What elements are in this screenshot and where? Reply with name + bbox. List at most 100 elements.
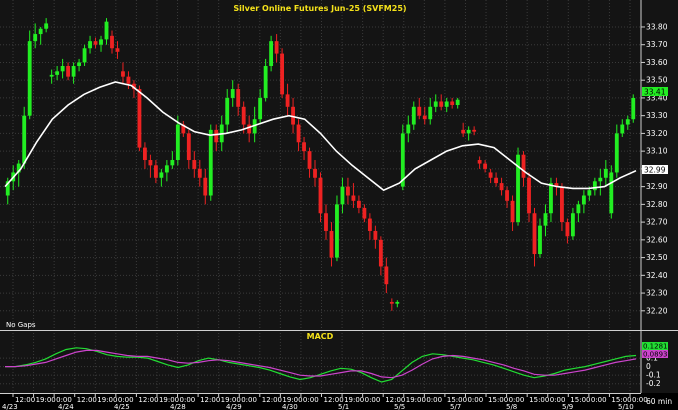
time-tick-label: 0:00	[426, 396, 442, 404]
candle-body	[592, 181, 597, 191]
candle-body	[230, 89, 235, 98]
candle-body	[121, 71, 125, 77]
candle-body	[27, 41, 32, 116]
price-tick-label: 33.50	[646, 76, 668, 85]
candle-body	[93, 41, 98, 45]
candle-body	[417, 106, 422, 116]
candle-body	[247, 124, 252, 134]
candle-body	[263, 65, 268, 98]
price-pane-background	[0, 0, 678, 330]
candle-body	[175, 124, 180, 161]
time-tick-label: 19:00	[36, 396, 56, 404]
candle-body	[450, 101, 455, 106]
candle-body	[60, 65, 65, 72]
candle-body	[164, 165, 169, 173]
last-price-marker: 33.41	[642, 87, 668, 97]
candle-body	[543, 213, 548, 226]
candle-body	[598, 177, 603, 182]
candle-body	[192, 160, 197, 169]
candle-body	[406, 124, 411, 134]
candle	[269, 35, 274, 72]
candle	[208, 124, 213, 201]
time-tick-label: 0:00	[303, 396, 319, 404]
macd-tick-label: -0.2	[646, 379, 661, 388]
candle-body	[472, 129, 477, 132]
candle-body	[274, 41, 279, 54]
candle-body	[313, 168, 317, 178]
candle-body	[335, 204, 339, 258]
candle-body	[33, 34, 38, 42]
candle-body	[197, 168, 202, 178]
candle-body	[77, 62, 81, 66]
date-tick-label: 4/25	[114, 403, 130, 410]
candle-body	[356, 200, 361, 208]
price-tick-label: 32.60	[646, 235, 668, 244]
signal-value-marker: 0.0893	[642, 350, 668, 359]
price-tick-label: 33.30	[646, 111, 668, 120]
candle-body	[620, 124, 625, 134]
candle-body	[455, 99, 460, 106]
candle-body	[494, 177, 499, 184]
candle-body	[55, 71, 60, 75]
candle-body	[318, 177, 323, 214]
date-tick-label: 5/9	[562, 403, 573, 410]
candle-body	[115, 48, 120, 52]
candle-body	[66, 65, 71, 77]
ma-value-label: 32.99	[644, 166, 666, 175]
macd-value-marker: 0.1281	[642, 342, 668, 351]
date-tick-label: 4/28	[170, 403, 186, 410]
candle-body	[208, 129, 213, 196]
candle-body	[346, 186, 350, 196]
candle-body	[477, 160, 482, 164]
candle	[516, 147, 520, 226]
chart-title: Silver Online Futures Jun-25 (SVFM25)	[233, 4, 406, 13]
candle-body	[532, 213, 537, 255]
candle-body	[225, 97, 230, 125]
candle-body	[631, 97, 636, 120]
candle-body	[389, 301, 394, 304]
candle-body	[236, 89, 241, 107]
candle-body	[373, 230, 378, 240]
date-tick-label: 5/8	[506, 403, 517, 410]
candle-body	[99, 39, 103, 45]
time-tick-label: 15:00	[529, 396, 549, 404]
candle-body	[285, 94, 290, 107]
candle-body	[466, 129, 471, 134]
candle-body	[411, 106, 416, 125]
time-tick-label: 0:00	[365, 396, 381, 404]
candle-body	[148, 160, 153, 166]
candle-body	[625, 119, 630, 125]
candle-body	[603, 168, 608, 178]
candle-body	[587, 190, 592, 196]
candle-body	[170, 160, 175, 166]
candle	[137, 85, 142, 152]
candle-body	[433, 101, 438, 107]
candle-body	[527, 177, 531, 214]
date-tick-label: 4/29	[226, 403, 242, 410]
price-chart: 33.8033.7033.6033.5033.4033.3033.2033.10…	[0, 0, 678, 410]
candle-body	[560, 186, 564, 223]
price-tick-label: 32.90	[646, 182, 668, 191]
candle-body	[153, 165, 158, 178]
last-price-label: 33.41	[644, 88, 666, 97]
candle-body	[137, 89, 142, 148]
price-tick-label: 32.80	[646, 200, 668, 209]
candle-body	[461, 129, 466, 134]
time-tick-label: 12:00	[138, 396, 158, 404]
candle-body	[159, 172, 164, 178]
candle-body	[444, 101, 449, 107]
candle-body	[367, 218, 372, 231]
candle-body	[538, 225, 542, 255]
candle-body	[22, 115, 27, 164]
candle-body	[395, 301, 400, 304]
macd-value-label: 0.1281	[643, 343, 668, 351]
price-tick-label: 33.60	[646, 58, 668, 67]
price-tick-label: 33.10	[646, 147, 668, 156]
candle-body	[362, 207, 367, 219]
price-tick-label: 32.20	[646, 306, 668, 315]
candle-body	[142, 147, 147, 161]
time-tick-label: 12:00	[200, 396, 220, 404]
candle-body	[422, 115, 427, 120]
timeframe-label: 60 min	[646, 397, 672, 406]
candle-body	[307, 151, 312, 169]
